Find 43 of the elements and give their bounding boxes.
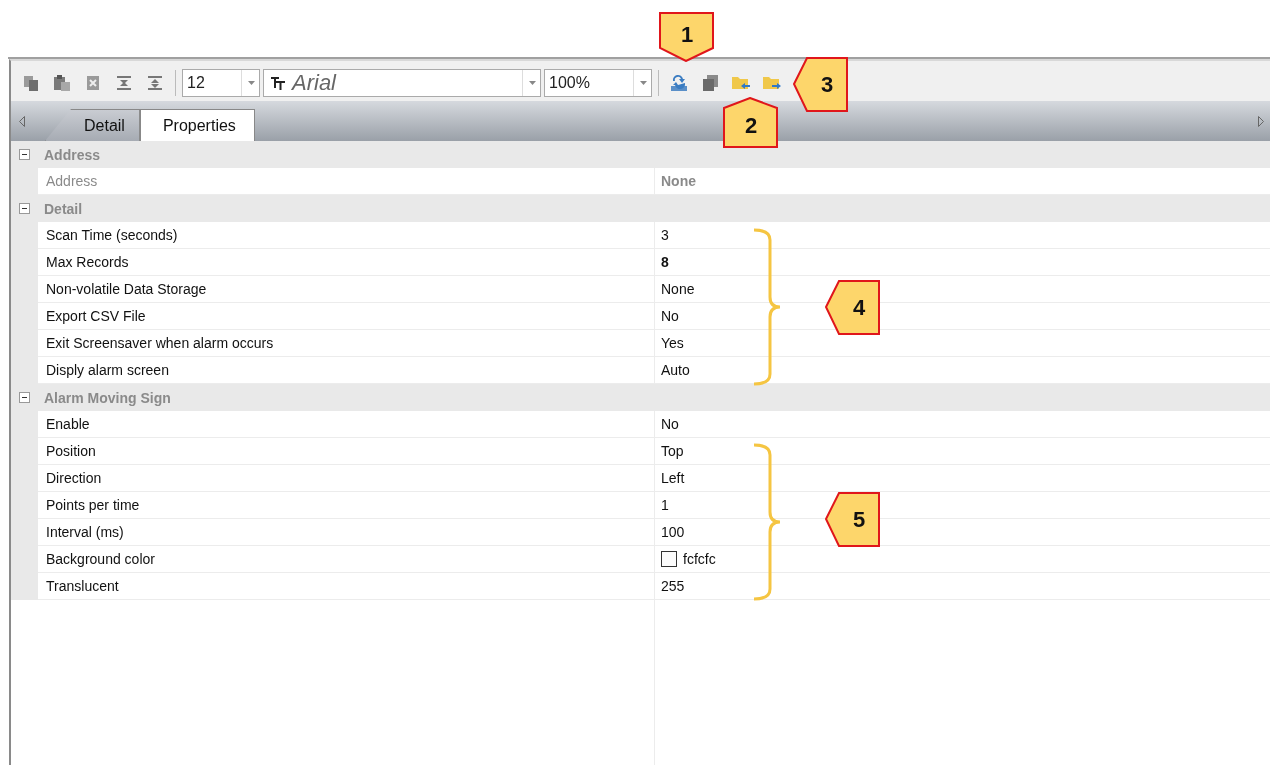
tab[interactable]: Detail bbox=[45, 109, 140, 141]
tab[interactable]: Properties bbox=[139, 109, 255, 141]
property-name: Scan Time (seconds) bbox=[38, 222, 655, 249]
property-name: Max Records bbox=[38, 249, 655, 276]
property-value[interactable]: fcfcfc bbox=[683, 551, 716, 567]
zoom-dropdown[interactable]: 100% bbox=[544, 69, 652, 97]
property-value[interactable]: Top bbox=[661, 443, 684, 459]
property-value[interactable]: Auto bbox=[661, 362, 690, 378]
color-swatch[interactable] bbox=[661, 551, 677, 567]
property-value[interactable]: Yes bbox=[661, 335, 684, 351]
row-gutter bbox=[11, 573, 38, 600]
category-title: Detail bbox=[44, 200, 83, 217]
dropdown-arrow-icon[interactable] bbox=[640, 81, 647, 85]
property-value[interactable]: No bbox=[661, 416, 679, 432]
property-value[interactable]: 255 bbox=[661, 578, 685, 594]
property-name: Exit Screensaver when alarm occurs bbox=[38, 330, 655, 357]
scroll-left-icon[interactable] bbox=[19, 115, 25, 127]
property-value[interactable]: 100 bbox=[661, 524, 685, 540]
property-name: Non-volatile Data Storage bbox=[38, 276, 655, 303]
callout: 1 bbox=[659, 12, 715, 62]
callout: 2 bbox=[723, 97, 779, 149]
property-value[interactable]: 1 bbox=[661, 497, 669, 513]
property-name: Translucent bbox=[38, 573, 655, 600]
font-size-dropdown[interactable]: 12 bbox=[182, 69, 260, 97]
property-name: Direction bbox=[38, 465, 655, 492]
scroll-right-icon[interactable] bbox=[1258, 115, 1264, 127]
property-name: Position bbox=[38, 438, 655, 465]
property-name: Background color bbox=[38, 546, 655, 573]
property-name: Export CSV File bbox=[38, 303, 655, 330]
font-dropdown[interactable]: Arial bbox=[263, 69, 541, 97]
dropdown-arrow-icon[interactable] bbox=[248, 81, 255, 85]
property-value[interactable]: None bbox=[661, 281, 695, 297]
property-name: Interval (ms) bbox=[38, 519, 655, 546]
property-value[interactable]: No bbox=[661, 308, 679, 324]
property-value[interactable]: Left bbox=[661, 470, 685, 486]
property-name: Points per time bbox=[38, 492, 655, 519]
property-value[interactable]: 3 bbox=[661, 227, 669, 243]
category-title: Alarm Moving Sign bbox=[44, 389, 171, 406]
dropdown-arrow-icon[interactable] bbox=[529, 81, 536, 85]
property-name: Enable bbox=[38, 411, 655, 438]
font-icon bbox=[270, 75, 286, 91]
property-value[interactable]: 8 bbox=[661, 254, 669, 270]
category-title: Address bbox=[44, 146, 101, 163]
